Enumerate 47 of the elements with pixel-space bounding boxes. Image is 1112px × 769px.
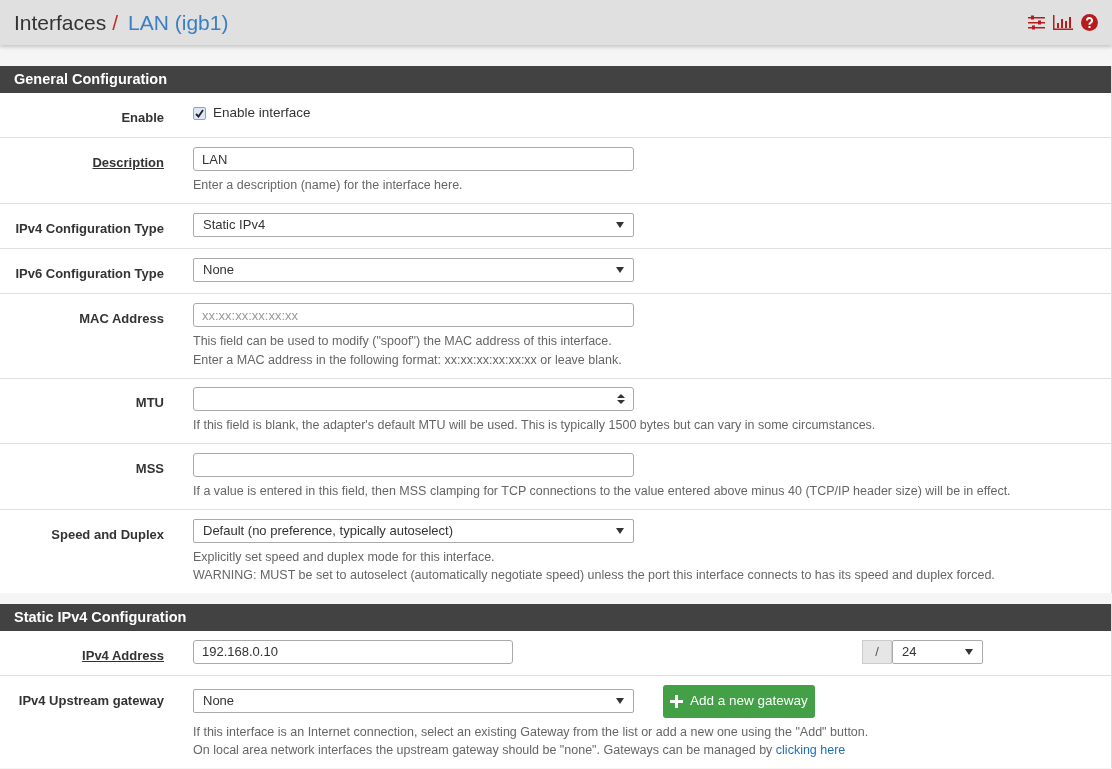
help-text: If this interface is an Internet connection, select an existing Gateway from the list or add a new one using the "Add" button.	[193, 723, 869, 741]
caret-icon	[965, 648, 973, 655]
caret-icon	[616, 221, 624, 228]
field-label: MAC Address	[79, 310, 164, 326]
help-text: On local area network interfaces the upstream gateway should be "none". Gateways can be managed by clicking here	[193, 742, 847, 759]
help-text: Enter a description (name) for the interface here.	[193, 177, 464, 194]
bar-chart-icon[interactable]	[1053, 15, 1073, 30]
caret-icon	[616, 698, 624, 704]
number-field[interactable]	[193, 387, 634, 411]
clicking-here-link[interactable]: clicking here	[775, 743, 846, 757]
breadcrumb-section[interactable]: Interfaces	[14, 6, 107, 39]
sliders-icon[interactable]	[1028, 15, 1045, 30]
field-label: IPv4 Configuration Type	[15, 220, 164, 236]
caret-icon	[616, 266, 624, 273]
field-label: Speed and Duplex	[51, 526, 164, 542]
help-text: This field can be used to modify ("spoof") the MAC address of this interface.	[193, 333, 613, 350]
subnet-select[interactable]: 24	[892, 639, 983, 664]
help-text: If this field is blank, the adapter's default MTU will be used. This is typically 1500 bytes but can vary in some circumstances.	[193, 417, 876, 434]
field-label: Description	[92, 154, 164, 170]
breadcrumb-separator: /	[112, 9, 119, 36]
text-field[interactable]: LAN	[193, 147, 634, 171]
text-field[interactable]	[193, 453, 634, 477]
field-label: IPv6 Configuration Type	[15, 265, 164, 281]
help-text: Enter a MAC address in the following format: xx:xx:xx:xx:xx:xx or leave blank.	[193, 351, 623, 369]
select-dropdown[interactable]: Default (no preference, typically autoselect)	[193, 518, 634, 543]
field-label: IPv4 Address	[82, 647, 164, 663]
slash-addon: /	[862, 639, 892, 664]
enable-checkbox[interactable]	[193, 107, 206, 120]
help-text: WARNING: MUST be set to autoselect (automatically negotiate speed) unless the port this interface connects to has its speed and duplex forced.	[193, 567, 995, 584]
text-field[interactable]: xx:xx:xx:xx:xx:xx	[193, 303, 634, 327]
select-dropdown[interactable]: Static IPv4	[193, 212, 634, 237]
select-dropdown[interactable]: None	[193, 257, 634, 282]
help-text: Explicitly set speed and duplex mode for this interface.	[193, 548, 496, 566]
field-label: Enable	[121, 109, 164, 125]
caret-icon	[616, 527, 624, 534]
help-text: If a value is entered in this field, then MSS clamping for TCP connections to the value entered above minus 40 (TCP/IP header size) will be in effect.	[193, 483, 1011, 500]
field-label: IPv4 Upstream gateway	[18, 692, 164, 708]
field-label: MSS	[135, 460, 164, 476]
help-icon[interactable]	[1081, 14, 1098, 31]
ipv4-address-field[interactable]: 192.168.0.10	[193, 639, 513, 664]
gateway-select[interactable]: None	[193, 689, 634, 713]
panel-heading: General Configuration	[0, 66, 1111, 93]
spinner-icon[interactable]	[617, 393, 625, 405]
panel-heading: Static IPv4 Configuration	[0, 604, 1111, 631]
checkbox-label: Enable interface	[213, 104, 311, 123]
plus-icon	[670, 694, 683, 708]
field-label: MTU	[135, 395, 164, 410]
